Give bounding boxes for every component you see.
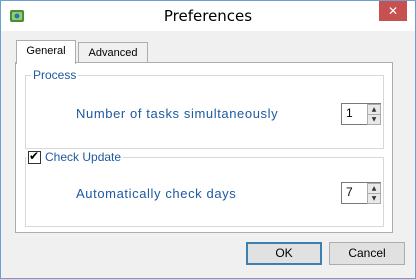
process-group-label: Process [31, 68, 79, 82]
tasks-spinner-value[interactable]: 1 [346, 106, 353, 120]
days-spinner-value[interactable]: 7 [346, 185, 353, 199]
days-spin-down-button[interactable]: ▼ [367, 193, 381, 204]
check-update-group: ✔ Check Update Automatically check days … [25, 149, 384, 227]
general-tab-panel: Process Number of tasks simultaneously 1… [15, 62, 393, 233]
checkmark-icon: ✔ [29, 148, 40, 163]
title-bar[interactable]: Preferences ✕ [1, 1, 415, 31]
days-spinner[interactable]: 7 ▲ ▼ [341, 182, 381, 204]
cancel-button[interactable]: Cancel [329, 242, 405, 265]
preferences-window: Preferences ✕ General Advanced Process N… [0, 0, 416, 279]
check-update-label[interactable]: Check Update [45, 150, 121, 164]
tab-general[interactable]: General [16, 40, 76, 64]
tasks-spinner-buttons: ▲ ▼ [367, 104, 381, 125]
check-update-legend: ✔ Check Update [26, 148, 124, 164]
days-spinner-buttons: ▲ ▼ [367, 183, 381, 204]
close-icon: ✕ [387, 4, 399, 18]
ok-button[interactable]: OK [246, 242, 322, 265]
tab-advanced[interactable]: Advanced [78, 42, 148, 63]
tasks-label: Number of tasks simultaneously [76, 106, 279, 121]
check-days-label: Automatically check days [76, 186, 237, 201]
close-button[interactable]: ✕ [379, 1, 407, 21]
process-group: Process Number of tasks simultaneously 1… [25, 68, 384, 149]
tasks-spinner[interactable]: 1 ▲ ▼ [341, 103, 381, 125]
window-title: Preferences [163, 7, 253, 25]
check-update-checkbox[interactable]: ✔ [28, 148, 41, 164]
tasks-spin-down-button[interactable]: ▼ [367, 114, 381, 125]
